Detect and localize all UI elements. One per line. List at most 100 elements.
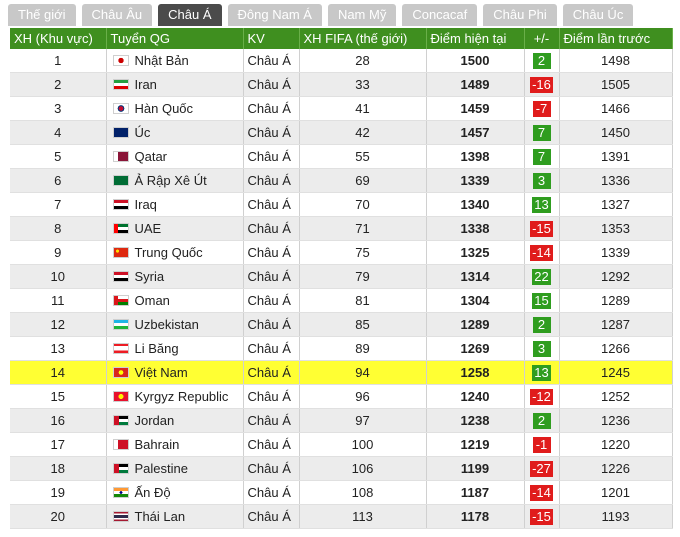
fifa-rank-cell: 79 — [299, 264, 427, 289]
team-name: Bahrain — [134, 437, 180, 452]
region-cell: Châu Á — [243, 432, 300, 457]
change-up-badge: 2 — [532, 412, 551, 429]
change-cell: 2 — [524, 312, 560, 337]
rank-cell: 19 — [10, 480, 107, 505]
region-cell: Châu Á — [243, 456, 300, 481]
fifa-rank-cell: 94 — [299, 360, 427, 385]
team-cell: Việt Nam — [106, 360, 244, 385]
team-cell: Jordan — [106, 408, 244, 433]
china-flag-icon — [112, 247, 129, 258]
team-cell: Hàn Quốc — [106, 96, 244, 121]
change-down-badge: -27 — [530, 460, 553, 477]
region-tabs: Thế giới Châu Âu Châu Á Đông Nam Á Nam Mỹ Con… — [0, 0, 680, 28]
region-cell: Châu Á — [243, 192, 300, 217]
team-cell: Trung Quốc — [106, 240, 244, 265]
previous-points-cell: 1252 — [559, 384, 673, 409]
change-down-badge: -16 — [530, 76, 553, 93]
team-name: Syria — [134, 269, 165, 284]
fifa-rank-cell: 81 — [299, 288, 427, 313]
region-cell: Châu Á — [243, 264, 300, 289]
rank-cell: 12 — [10, 312, 107, 337]
change-up-badge: 13 — [532, 364, 551, 381]
region-cell: Châu Á — [243, 240, 300, 265]
change-cell: 3 — [524, 168, 560, 193]
iraq-flag-icon — [112, 199, 129, 210]
team-name: Iraq — [134, 197, 157, 212]
tab-6[interactable]: Châu Phi — [483, 4, 557, 26]
fifa-rank-cell: 100 — [299, 432, 427, 457]
rank-cell: 7 — [10, 192, 107, 217]
points-cell: 1338 — [425, 216, 525, 241]
previous-points-cell: 1327 — [559, 192, 673, 217]
rank-cell: 18 — [10, 456, 107, 481]
points-cell: 1187 — [425, 480, 525, 505]
team-cell: Palestine — [106, 456, 244, 481]
rank-cell: 3 — [10, 96, 107, 121]
points-cell: 1258 — [425, 360, 525, 385]
previous-points-cell: 1289 — [559, 288, 673, 313]
fifa-rank-cell: 41 — [299, 96, 427, 121]
change-cell: -16 — [524, 72, 560, 97]
tab-5[interactable]: Concacaf — [402, 4, 478, 26]
syria-flag-icon — [112, 271, 129, 282]
team-name: Nhật Bản — [134, 53, 189, 68]
points-cell: 1489 — [425, 72, 525, 97]
previous-points-cell: 1498 — [559, 49, 673, 73]
table-row: 6 Ả Rập Xê Út Châu Á 69 1339 3 1336 — [10, 168, 673, 193]
tab-0[interactable]: Thế giới — [8, 4, 76, 26]
points-cell: 1199 — [425, 456, 525, 481]
team-cell: Iraq — [106, 192, 244, 217]
change-cell: -1 — [524, 432, 560, 457]
table-row: 8 UAE Châu Á 71 1338 -15 1353 — [10, 216, 673, 241]
region-cell: Châu Á — [243, 288, 300, 313]
rank-cell: 10 — [10, 264, 107, 289]
team-cell: Kyrgyz Republic — [106, 384, 244, 409]
table-header-row: XH (Khu vực) Tuyển QG KV XH FIFA (thế gi… — [10, 28, 673, 49]
change-up-badge: 13 — [532, 196, 551, 213]
previous-points-cell: 1505 — [559, 72, 673, 97]
region-cell: Châu Á — [243, 360, 300, 385]
fifa-rank-cell: 71 — [299, 216, 427, 241]
change-cell: 13 — [524, 192, 560, 217]
points-cell: 1398 — [425, 144, 525, 169]
points-cell: 1340 — [425, 192, 525, 217]
team-cell: Li Băng — [106, 336, 244, 361]
fifa-rank-cell: 42 — [299, 120, 427, 145]
bahrain-flag-icon — [112, 439, 129, 450]
change-up-badge: 2 — [532, 316, 551, 333]
tab-2[interactable]: Châu Á — [158, 4, 222, 26]
region-cell: Châu Á — [243, 168, 300, 193]
team-cell: UAE — [106, 216, 244, 241]
change-cell: 15 — [524, 288, 560, 313]
points-cell: 1325 — [425, 240, 525, 265]
change-cell: 7 — [524, 144, 560, 169]
tab-1[interactable]: Châu Âu — [81, 4, 153, 26]
tab-7[interactable]: Châu Úc — [562, 4, 634, 26]
previous-points-cell: 1391 — [559, 144, 673, 169]
change-up-badge: 22 — [532, 268, 551, 285]
fifa-rank-cell: 108 — [299, 480, 427, 505]
rank-cell: 4 — [10, 120, 107, 145]
tab-3[interactable]: Đông Nam Á — [227, 4, 322, 26]
table-row: 20 Thái Lan Châu Á 113 1178 -15 1193 — [10, 504, 673, 529]
change-cell: 2 — [524, 408, 560, 433]
change-cell: -7 — [524, 96, 560, 121]
team-cell: Qatar — [106, 144, 244, 169]
team-name: Palestine — [134, 461, 188, 476]
previous-points-cell: 1336 — [559, 168, 673, 193]
change-down-badge: -7 — [532, 100, 551, 117]
region-cell: Châu Á — [243, 216, 300, 241]
saudi-arabia-flag-icon — [112, 175, 129, 186]
table-row: 1 Nhật Bản Châu Á 28 1500 2 1498 — [10, 49, 673, 73]
team-cell: Thái Lan — [106, 504, 244, 529]
fifa-rank-cell: 75 — [299, 240, 427, 265]
previous-points-cell: 1339 — [559, 240, 673, 265]
header-region: KV — [243, 28, 300, 49]
table-row: 16 Jordan Châu Á 97 1238 2 1236 — [10, 408, 673, 433]
rank-cell: 16 — [10, 408, 107, 433]
team-name: Hàn Quốc — [134, 101, 194, 116]
table-row: 4 Úc Châu Á 42 1457 7 1450 — [10, 120, 673, 145]
table-row: 10 Syria Châu Á 79 1314 22 1292 — [10, 264, 673, 289]
change-up-badge: 15 — [532, 292, 551, 309]
tab-4[interactable]: Nam Mỹ — [327, 4, 397, 26]
